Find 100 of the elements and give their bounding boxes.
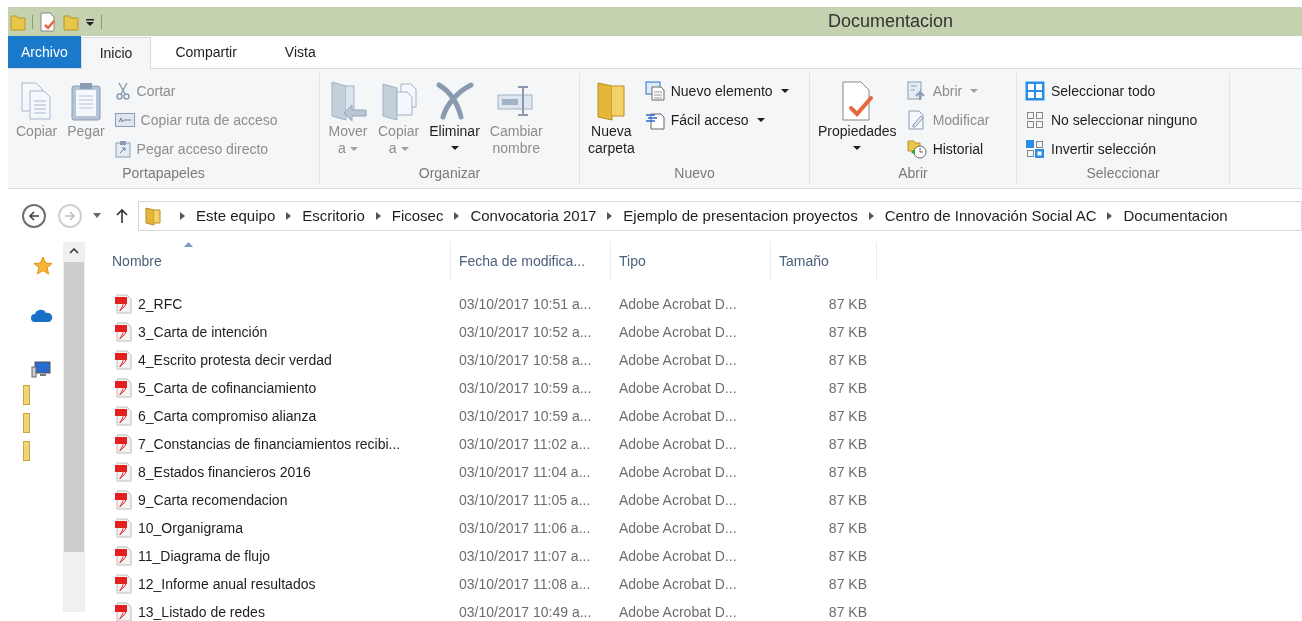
- table-cell-text: Adobe Acrobat D...: [618, 350, 738, 370]
- chevron-icon[interactable]: [180, 212, 185, 220]
- pdf-file-icon: [114, 546, 134, 566]
- column-header[interactable]: Fecha de modifica...: [451, 242, 611, 280]
- table-cell-text: 87 KB: [827, 462, 867, 482]
- file-name[interactable]: 7_Constancias de financiamientos recibi...: [138, 433, 401, 455]
- properties-icon[interactable]: [39, 11, 57, 32]
- history-icon: [906, 139, 927, 159]
- table-cell-text: 87 KB: [827, 294, 867, 314]
- file-name[interactable]: 5_Carta de cofinanciamiento: [138, 377, 317, 399]
- file-name[interactable]: 10_Organigrama: [138, 517, 244, 539]
- scrollbar[interactable]: [63, 242, 85, 612]
- edit-icon: [906, 110, 927, 130]
- file-name[interactable]: 6_Carta compromiso alianza: [138, 405, 317, 427]
- group-label: Organizar: [417, 164, 482, 183]
- table-cell-text: Adobe Acrobat D...: [618, 574, 738, 594]
- table-cell-text: Adobe Acrobat D...: [618, 546, 738, 566]
- open-icon: [906, 81, 927, 101]
- ribbon-button[interactable]: No seleccionar ninguno: [1025, 108, 1198, 132]
- table-cell-text: 87 KB: [827, 546, 867, 566]
- table-cell-text: Adobe Acrobat D...: [618, 518, 738, 538]
- window-title: Documentacion: [828, 10, 954, 33]
- table-cell-text: Adobe Acrobat D...: [618, 294, 738, 314]
- table-cell-text: 03/10/2017 10:51 a...: [458, 294, 593, 314]
- table-cell-text: Adobe Acrobat D...: [618, 462, 738, 482]
- file-name[interactable]: 9_Carta recomendacion: [138, 489, 288, 511]
- breadcrumb-item[interactable]: Ejemplo de presentacion proyectos: [623, 204, 858, 228]
- pdf-file-icon: [114, 518, 134, 538]
- breadcrumb-item[interactable]: Documentacion: [1123, 204, 1228, 228]
- pdf-file-icon: [114, 294, 134, 314]
- breadcrumb-item[interactable]: Convocatoria 2017: [470, 204, 597, 228]
- star-icon[interactable]: [33, 256, 53, 276]
- select-all-icon: [1025, 81, 1045, 101]
- chevron-icon[interactable]: [607, 212, 613, 220]
- table-cell-text: 03/10/2017 11:08 a...: [458, 574, 592, 594]
- ribbon-button[interactable]: Nuevo elemento: [644, 79, 789, 103]
- file-name[interactable]: 11_Diagrama de flujo: [138, 545, 271, 567]
- file-name[interactable]: 4_Escrito protesta decir verdad: [138, 349, 332, 371]
- scroll-thumb[interactable]: [64, 262, 84, 552]
- pdf-file-icon: [114, 574, 134, 594]
- cloud-icon[interactable]: [31, 309, 53, 323]
- breadcrumb-item[interactable]: Ficosec: [391, 204, 444, 228]
- ribbon-button[interactable]: Seleccionar todo: [1025, 79, 1198, 103]
- table-cell-text: 87 KB: [827, 518, 867, 538]
- breadcrumb-item[interactable]: Centro de Innovación Social AC: [884, 204, 1097, 228]
- chevron-icon[interactable]: [375, 212, 381, 220]
- chevron-icon[interactable]: [868, 212, 874, 220]
- table-cell-text: 03/10/2017 11:02 a...: [458, 434, 592, 454]
- table-cell-text: 87 KB: [827, 322, 867, 342]
- ribbon-tab[interactable]: Compartir: [151, 36, 261, 68]
- pdf-file-icon: [114, 406, 134, 426]
- table-cell-text: 87 KB: [827, 434, 867, 454]
- breadcrumb-item[interactable]: Este equipo: [196, 204, 276, 228]
- column-header[interactable]: Nombre: [104, 242, 451, 280]
- properties-icon: [839, 79, 876, 123]
- file-name[interactable]: 12_Informe anual resultados: [138, 573, 316, 595]
- caret-icon[interactable]: [85, 16, 95, 27]
- column-header[interactable]: Tamaño: [771, 242, 877, 280]
- ribbon-button[interactable]: Invertir selección: [1025, 137, 1198, 161]
- file-tab[interactable]: Archivo: [8, 36, 81, 68]
- up-arrow-icon[interactable]: [116, 208, 128, 224]
- easy-access-icon: [644, 110, 665, 130]
- column-header[interactable]: Tipo: [611, 242, 771, 280]
- shortcut-icon: [114, 140, 131, 158]
- select-none-icon: [1025, 110, 1045, 130]
- pdf-file-icon: [114, 322, 134, 342]
- computer-icon[interactable]: [31, 361, 51, 379]
- file-name[interactable]: 8_Estados financieros 2016: [138, 461, 311, 483]
- back-arrow-icon: [28, 210, 40, 222]
- ribbon-button[interactable]: Propiedades: [814, 79, 901, 153]
- pdf-file-icon: [114, 462, 134, 482]
- back-button[interactable]: [22, 204, 46, 228]
- file-name[interactable]: 13_Listado de redes: [138, 601, 265, 621]
- ribbon-tab[interactable]: Vista: [260, 36, 340, 68]
- new-item-icon: [644, 81, 665, 101]
- invert-selection-icon: [1025, 139, 1045, 159]
- address-bar[interactable]: Este equipo Escritorio Ficosec Convocatoria 2017 Ejemplo de presentacion proyectos Centro de Innovación Social AC Documentacion: [138, 201, 1302, 231]
- sort-arrow-icon: [184, 242, 193, 247]
- ribbon-button[interactable]: Historial: [906, 137, 990, 161]
- table-cell-text: 87 KB: [827, 350, 867, 370]
- folder-icon: [145, 206, 161, 226]
- scissors-icon: [114, 82, 131, 100]
- chevron-icon[interactable]: [1107, 212, 1113, 220]
- table-cell-text: 03/10/2017 10:52 a...: [458, 322, 593, 342]
- chevron-icon[interactable]: [454, 212, 460, 220]
- scroll-up-icon[interactable]: [69, 248, 79, 254]
- file-name[interactable]: 2_RFC: [138, 293, 183, 315]
- table-cell-text: 87 KB: [827, 378, 867, 398]
- table-cell-text: 87 KB: [827, 602, 867, 621]
- file-name[interactable]: 3_Carta de intención: [138, 321, 268, 343]
- chevron-icon[interactable]: [286, 212, 292, 220]
- pdf-file-icon: [114, 602, 134, 621]
- ribbon-tab[interactable]: Inicio: [80, 37, 152, 69]
- ribbon-button[interactable]: Fácil acceso: [644, 108, 789, 132]
- group-label: Abrir: [897, 164, 929, 183]
- caret-icon[interactable]: [92, 213, 102, 219]
- ribbon-button[interactable]: Nueva carpeta: [584, 79, 639, 157]
- breadcrumb-item[interactable]: Escritorio: [302, 204, 365, 228]
- move-folder-icon: [328, 79, 368, 123]
- ribbon-button[interactable]: Eliminar: [425, 79, 484, 153]
